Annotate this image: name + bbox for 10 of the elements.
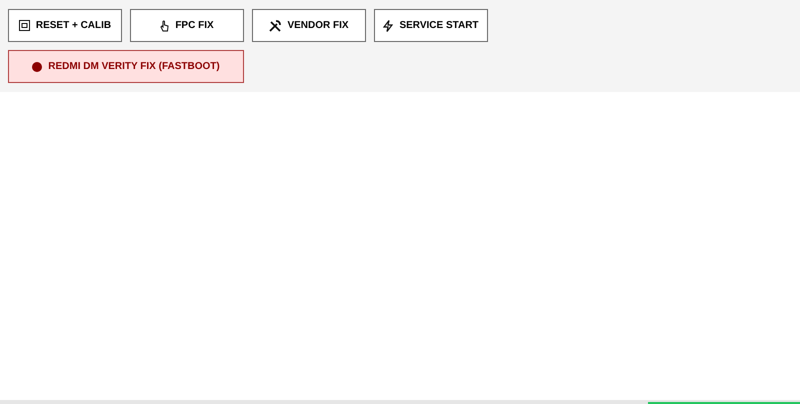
action-button[interactable]: SERVICE START — [374, 9, 488, 42]
action-button[interactable]: FPC FIX — [130, 9, 244, 42]
hand-icon — [160, 20, 170, 32]
tools-icon — [269, 20, 282, 32]
bolt-icon — [383, 20, 394, 32]
dot-icon — [32, 62, 42, 72]
screen-icon — [18, 20, 30, 31]
action-button[interactable]: RESET + CALIB — [8, 9, 122, 42]
action-button[interactable]: REDMI DM VERITY FIX (FASTBOOT) — [8, 50, 244, 83]
action-button[interactable]: VENDOR FIX — [252, 9, 366, 42]
